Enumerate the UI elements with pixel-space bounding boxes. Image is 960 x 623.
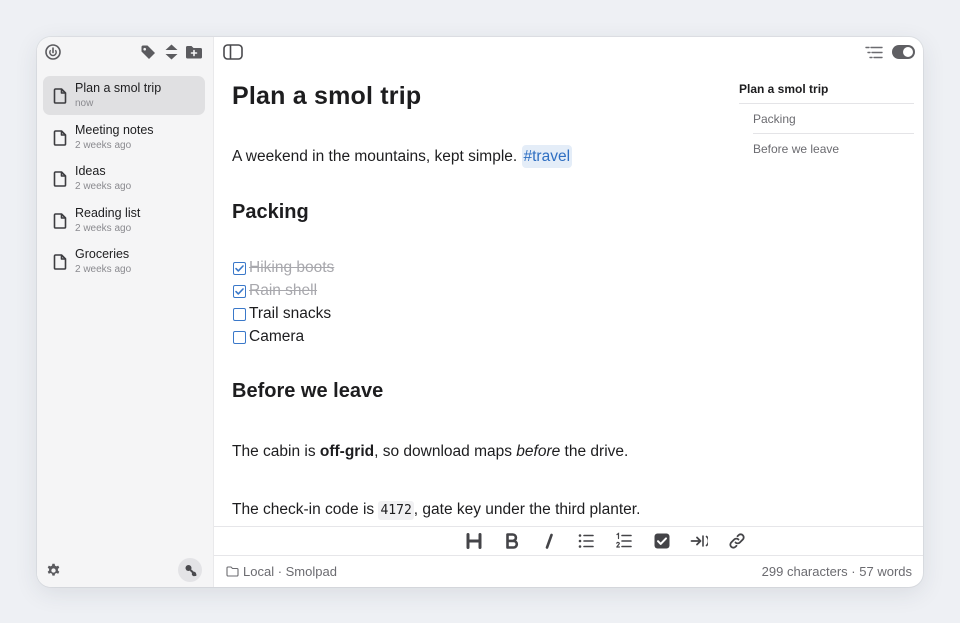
bold-text: off-grid	[319, 443, 375, 460]
format-toolbar	[214, 526, 923, 556]
folder-icon	[226, 566, 239, 577]
app-window: Plan a smol trip now Meeting notes 2 wee…	[37, 37, 923, 587]
outline-icon[interactable]	[865, 46, 883, 59]
document-icon	[53, 212, 67, 229]
note-item[interactable]: Plan a smol trip now	[43, 76, 205, 115]
note-list: Plan a smol trip now Meeting notes 2 wee…	[43, 76, 205, 284]
location-text: Local · Smolpad	[243, 564, 337, 579]
note-time: 2 weeks ago	[75, 181, 132, 192]
status-bar: Local · Smolpad 299 characters · 57 word…	[214, 555, 923, 587]
intro-paragraph: A weekend in the mountains, kept simple.…	[232, 145, 573, 168]
task-checkbox[interactable]	[233, 331, 246, 344]
account-icon[interactable]	[178, 558, 202, 582]
document-stats: 299 characters · 57 words	[762, 564, 912, 579]
text-run: The cabin is	[232, 443, 320, 460]
inline-code: 4172	[378, 501, 414, 520]
tag-chip[interactable]: #travel	[521, 145, 573, 168]
note-title: Plan a smol trip	[75, 81, 162, 95]
note-title: Groceries	[75, 247, 130, 261]
text-run: , gate key under the third planter.	[413, 501, 641, 518]
task-text: Camera	[249, 328, 305, 345]
link-icon[interactable]	[728, 532, 746, 550]
indent-icon[interactable]	[690, 532, 708, 550]
word-count: 57 words	[859, 564, 912, 579]
text-run: The check-in code is	[232, 501, 379, 518]
note-time: 2 weeks ago	[75, 222, 132, 234]
heading-icon[interactable]	[465, 532, 483, 550]
task-text: Rain shell	[249, 282, 318, 299]
location-indicator[interactable]: Local · Smolpad	[226, 564, 337, 579]
section-heading-before-we-leave: Before we leave	[232, 380, 384, 402]
outline-item[interactable]: Before we leave	[753, 142, 839, 156]
power-icon[interactable]	[45, 44, 61, 60]
document-icon	[53, 171, 67, 187]
checkbox-icon[interactable]	[653, 532, 671, 550]
divider	[753, 133, 914, 134]
section-heading-packing: Packing	[232, 201, 309, 223]
note-time: 2 weeks ago	[75, 264, 132, 275]
task-checkbox[interactable]	[233, 262, 246, 275]
italic-text: before	[516, 443, 561, 460]
note-time: 2 weeks ago	[75, 139, 132, 151]
paragraph: The cabin is off-grid, so download maps …	[232, 443, 628, 461]
divider	[739, 103, 914, 104]
outline-item[interactable]: Packing	[753, 112, 796, 126]
document-icon	[53, 254, 67, 270]
note-item[interactable]: Reading list 2 weeks ago	[43, 201, 205, 240]
text-run: , so download maps	[374, 443, 517, 460]
document-icon	[53, 88, 67, 104]
task-checkbox[interactable]	[233, 308, 246, 321]
new-folder-icon[interactable]	[185, 44, 203, 60]
note-title: Ideas	[75, 164, 106, 178]
note-title: Reading list	[75, 205, 141, 220]
bullet-list-icon[interactable]	[577, 532, 595, 550]
sidebar: Plan a smol trip now Meeting notes 2 wee…	[37, 37, 214, 587]
task-text: Hiking boots	[249, 259, 335, 276]
bold-icon[interactable]	[503, 532, 521, 550]
paragraph: The check-in code is 4172, gate key unde…	[232, 501, 641, 520]
sort-icon[interactable]	[164, 44, 179, 60]
sidebar-toggle-icon[interactable]	[223, 44, 243, 60]
document-icon	[53, 129, 67, 146]
note-heading: Plan a smol trip	[232, 82, 422, 110]
separator: ·	[851, 564, 856, 579]
note-title: Meeting notes	[75, 122, 154, 137]
note-time: now	[75, 98, 94, 109]
numbered-list-icon[interactable]	[615, 532, 633, 550]
text-run: the drive.	[560, 443, 629, 460]
task-text: Trail snacks	[249, 305, 332, 322]
note-item[interactable]: Groceries 2 weeks ago	[43, 242, 205, 281]
italic-icon[interactable]	[540, 532, 558, 550]
main-area: Plan a smol trip A weekend in the mounta…	[214, 37, 923, 587]
outline-title[interactable]: Plan a smol trip	[739, 82, 828, 96]
task-checkbox[interactable]	[233, 285, 246, 298]
toggle-switch[interactable]	[892, 45, 915, 59]
intro-text: A weekend in the mountains, kept simple.	[232, 148, 522, 165]
tag-icon[interactable]	[140, 44, 156, 60]
settings-icon[interactable]	[46, 563, 61, 578]
character-count: 299 characters	[761, 564, 848, 579]
note-item[interactable]: Ideas 2 weeks ago	[43, 159, 205, 198]
note-item[interactable]: Meeting notes 2 weeks ago	[43, 118, 205, 157]
